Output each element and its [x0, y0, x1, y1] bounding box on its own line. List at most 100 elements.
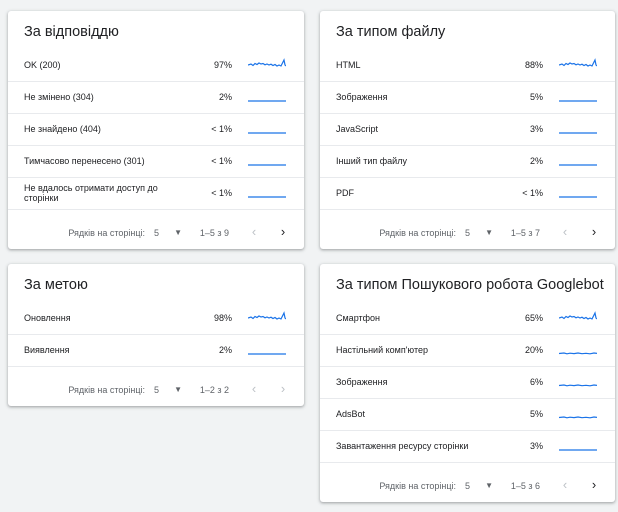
table-row[interactable]: Не змінено (304) 2% [8, 81, 304, 114]
sparkline-chart [248, 164, 286, 166]
table-row[interactable]: Не вдалось отримати доступ до сторінки < … [8, 177, 304, 210]
row-label: Зображення [336, 92, 388, 102]
row-percentage: < 1% [211, 188, 232, 198]
sparkline-chart [559, 449, 597, 451]
next-page-button[interactable]: › [587, 224, 601, 240]
table-row[interactable]: Не знайдено (404) < 1% [8, 113, 304, 146]
next-page-button[interactable]: › [276, 381, 290, 397]
table-row[interactable]: JavaScript 3% [320, 113, 615, 146]
rows-per-page-select[interactable]: 5 [154, 228, 159, 238]
table-row[interactable]: Тимчасово перенесено (301) < 1% [8, 145, 304, 178]
row-label: OK (200) [24, 60, 61, 70]
prev-page-button[interactable]: ‹ [558, 224, 572, 240]
chevron-left-icon: ‹ [562, 477, 568, 492]
chevron-left-icon: ‹ [251, 224, 257, 239]
pagination-footer: Рядків на сторінці: 5 ▼ 1–5 з 9 ‹ › [8, 215, 304, 249]
row-label: Не знайдено (404) [24, 124, 101, 134]
sparkline-path [559, 58, 597, 67]
card-title: За метою [24, 277, 88, 293]
card-by-purpose: За метою Оновлення 98% Виявлення 2% Рядків … [8, 264, 304, 406]
chevron-down-icon[interactable]: ▼ [174, 385, 182, 394]
chevron-left-icon: ‹ [562, 224, 568, 239]
row-label: Не вдалось отримати доступ до сторінки [24, 183, 158, 203]
card-title: За типом файлу [336, 24, 446, 40]
row-percentage: 2% [218, 92, 232, 102]
table-row[interactable]: Інший тип файлу 2% [320, 145, 615, 178]
row-percentage: 3% [529, 124, 543, 134]
sparkline-chart [559, 196, 597, 198]
chevron-down-icon[interactable]: ▼ [174, 228, 182, 237]
pagination-footer: Рядків на сторінці: 5 ▼ 1–5 з 6 ‹ › [320, 468, 615, 502]
table-row[interactable]: OK (200) 97% [8, 49, 304, 82]
rows-per-page-select[interactable]: 5 [154, 385, 159, 395]
row-percentage: 5% [529, 409, 543, 419]
sparkline-path [559, 352, 597, 355]
sparkline-chart [559, 352, 597, 355]
crawl-stats-page: За відповіддю OK (200) 97% Не змінено (304… [0, 0, 618, 512]
row-percentage: 98% [213, 313, 232, 323]
card-title: За відповіддю [24, 24, 119, 40]
card-by-response: За відповіддю OK (200) 97% Не змінено (304… [8, 11, 304, 249]
rows-per-page-select[interactable]: 5 [465, 481, 470, 491]
prev-page-button[interactable]: ‹ [247, 381, 261, 397]
row-label: JavaScript [336, 124, 379, 134]
prev-page-button[interactable]: ‹ [558, 477, 572, 493]
card-by-googlebot-type: За типом Пошукового робота Googlebot Сма… [320, 264, 615, 502]
row-percentage: 6% [529, 377, 543, 387]
sparkline-chart [248, 58, 286, 67]
chevron-down-icon[interactable]: ▼ [485, 481, 493, 490]
table-row[interactable]: PDF < 1% [320, 177, 615, 210]
table-row[interactable]: Зображення 6% [320, 366, 615, 399]
sparkline-chart [248, 132, 286, 134]
sparkline-path [559, 416, 597, 419]
card-by-file-type: За типом файлу HTML 88% Зображення 5% JavaSc… [320, 11, 615, 249]
row-percentage: < 1% [211, 156, 232, 166]
page-range: 1–5 з 7 [510, 228, 540, 238]
page-range: 1–5 з 9 [199, 228, 229, 238]
sparkline-chart [248, 353, 286, 355]
row-percentage: 5% [529, 92, 543, 102]
row-label: Тимчасово перенесено (301) [24, 156, 145, 166]
row-percentage: 88% [524, 60, 543, 70]
chevron-left-icon: ‹ [251, 381, 257, 396]
row-label: HTML [336, 60, 361, 70]
row-label: Смартфон [336, 313, 381, 323]
row-label: AdsBot [336, 409, 366, 419]
next-page-button[interactable]: › [276, 224, 290, 240]
chevron-down-icon[interactable]: ▼ [485, 228, 493, 237]
sparkline-path [248, 311, 286, 320]
table-row[interactable]: Завантаження ресурсу сторінки 3% [320, 430, 615, 463]
table-row[interactable]: Оновлення 98% [8, 302, 304, 335]
page-range: 1–2 з 2 [199, 385, 229, 395]
rows-per-page-label: Рядків на сторінці: [379, 481, 456, 491]
sparkline-path [559, 311, 597, 320]
row-label: Виявлення [24, 345, 70, 355]
prev-page-button[interactable]: ‹ [247, 224, 261, 240]
row-label: PDF [336, 188, 354, 198]
row-percentage: < 1% [522, 188, 543, 198]
page-range: 1–5 з 6 [510, 481, 540, 491]
sparkline-chart [248, 311, 286, 320]
row-label: Завантаження ресурсу сторінки [336, 441, 469, 451]
sparkline-path [248, 58, 286, 67]
sparkline-chart [559, 311, 597, 320]
table-row[interactable]: Зображення 5% [320, 81, 615, 114]
next-page-button[interactable]: › [587, 477, 601, 493]
row-label: Зображення [336, 377, 388, 387]
table-row[interactable]: Смартфон 65% [320, 302, 615, 335]
table-row[interactable]: HTML 88% [320, 49, 615, 82]
sparkline-chart [559, 58, 597, 67]
sparkline-chart [559, 100, 597, 102]
chevron-right-icon: › [280, 224, 286, 239]
row-percentage: 65% [524, 313, 543, 323]
rows-per-page-label: Рядків на сторінці: [68, 228, 145, 238]
row-label: Оновлення [24, 313, 71, 323]
rows-per-page-select[interactable]: 5 [465, 228, 470, 238]
row-percentage: < 1% [211, 124, 232, 134]
sparkline-chart [248, 196, 286, 198]
table-row[interactable]: AdsBot 5% [320, 398, 615, 431]
table-row[interactable]: Виявлення 2% [8, 334, 304, 367]
table-row[interactable]: Настільний комп'ютер 20% [320, 334, 615, 367]
row-label: Не змінено (304) [24, 92, 94, 102]
sparkline-chart [248, 100, 286, 102]
